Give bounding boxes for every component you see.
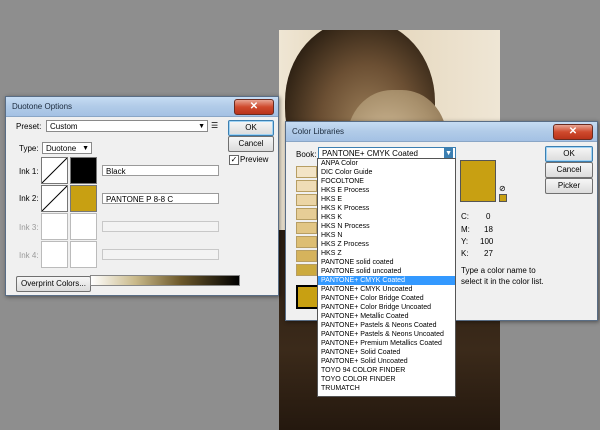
cancel-button[interactable]: Cancel <box>228 136 274 152</box>
book-option[interactable]: TOYO 94 COLOR FINDER <box>318 366 455 375</box>
ink2-name: PANTONE P 8-8 C <box>106 195 174 204</box>
color-strip-swatch[interactable] <box>296 166 317 178</box>
ink3-name-field <box>102 221 219 232</box>
color-strip-swatch[interactable] <box>296 194 317 206</box>
curve-line-icon <box>41 185 68 212</box>
book-option[interactable]: PANTONE+ Metallic Coated <box>318 312 455 321</box>
cmyk-y-value: 100 <box>480 237 494 246</box>
book-value: PANTONE+ CMYK Coated <box>322 149 418 158</box>
book-option[interactable]: PANTONE+ Color Bridge Coated <box>318 294 455 303</box>
cmyk-m-label: M: <box>461 225 470 234</box>
hint-line1: Type a color name to <box>461 266 536 275</box>
ok-button[interactable]: OK <box>228 120 274 136</box>
gamut-swatch <box>499 194 507 202</box>
ink4-curve <box>41 241 68 268</box>
preset-label: Preset: <box>16 122 42 131</box>
book-option[interactable]: PANTONE+ Color Bridge Uncoated <box>318 303 455 312</box>
color-libraries-title: Color Libraries <box>292 127 345 136</box>
book-dropdown-list[interactable]: ANPA Color DIC Color Guide FOCOLTONE HKS… <box>317 158 456 397</box>
ink2-color-swatch[interactable] <box>70 185 97 212</box>
book-option[interactable]: HKS N <box>318 231 455 240</box>
cmyk-k-label: K: <box>461 249 469 258</box>
ink2-label: Ink 2: <box>19 194 39 203</box>
duotone-title: Duotone Options <box>12 102 73 111</box>
type-select[interactable]: Duotone ▼ <box>42 142 92 154</box>
color-strip-swatch[interactable] <box>296 222 317 234</box>
preview-checkbox[interactable]: ✓ <box>229 155 239 165</box>
duotone-gradient-preview <box>90 275 240 286</box>
book-option[interactable]: TRUMATCH <box>318 384 455 393</box>
color-strip-swatch[interactable] <box>296 285 319 309</box>
book-option[interactable]: HKS E Process <box>318 186 455 195</box>
book-option[interactable]: HKS Z <box>318 249 455 258</box>
book-option[interactable]: ANPA Color <box>318 159 455 168</box>
ink4-name-field <box>102 249 219 260</box>
color-strip-swatch[interactable] <box>296 208 317 220</box>
book-option[interactable]: HKS E <box>318 195 455 204</box>
ink4-color-swatch <box>70 241 97 268</box>
book-option[interactable]: HKS K Process <box>318 204 455 213</box>
cmyk-k-value: 27 <box>484 249 493 258</box>
type-label: Type: <box>19 144 39 153</box>
book-option[interactable]: PANTONE+ Solid Coated <box>318 348 455 357</box>
book-option[interactable]: PANTONE+ Pastels & Neons Coated <box>318 321 455 330</box>
book-option[interactable]: HKS K <box>318 213 455 222</box>
ink4-label: Ink 4: <box>19 251 39 260</box>
out-of-gamut-icon: ⊘ <box>499 184 506 193</box>
ink2-curve[interactable] <box>41 185 68 212</box>
hint-line2: select it in the color list. <box>461 277 544 286</box>
ink3-curve <box>41 213 68 240</box>
picker-button[interactable]: Picker <box>545 178 593 194</box>
book-option[interactable]: PANTONE solid coated <box>318 258 455 267</box>
color-strip-swatch[interactable] <box>296 236 317 248</box>
duotone-titlebar: Duotone Options ✕ <box>6 97 278 117</box>
ink1-name-field[interactable]: Black <box>102 165 219 176</box>
cancel-button[interactable]: Cancel <box>545 162 593 178</box>
cmyk-m-value: 18 <box>484 225 493 234</box>
ink1-name: Black <box>106 167 126 176</box>
color-libraries-titlebar: Color Libraries ✕ <box>286 122 597 142</box>
color-strip-swatch[interactable] <box>296 180 317 192</box>
book-option[interactable]: PANTONE+ Pastels & Neons Uncoated <box>318 330 455 339</box>
book-option[interactable]: HKS Z Process <box>318 240 455 249</box>
duotone-options-dialog: Duotone Options ✕ Preset: Custom ▼ ☰ OK … <box>5 96 279 296</box>
curve-line-icon <box>41 157 68 184</box>
book-option[interactable]: PANTONE+ Premium Metallics Coated <box>318 339 455 348</box>
book-option[interactable]: PANTONE+ CMYK Uncoated <box>318 285 455 294</box>
book-option[interactable]: DIC Color Guide <box>318 168 455 177</box>
color-strip-swatch[interactable] <box>296 264 317 276</box>
type-value: Duotone <box>46 144 77 153</box>
overprint-colors-button[interactable]: Overprint Colors... <box>16 276 91 292</box>
book-label: Book: <box>296 150 317 159</box>
cmyk-y-label: Y: <box>461 237 469 246</box>
close-icon[interactable]: ✕ <box>234 99 274 115</box>
preset-select[interactable]: Custom ▼ <box>46 120 208 132</box>
book-option-selected[interactable]: PANTONE+ CMYK Coated <box>318 276 455 285</box>
book-option[interactable]: HKS N Process <box>318 222 455 231</box>
ink1-label: Ink 1: <box>19 167 39 176</box>
cmyk-c-label: C: <box>461 212 469 221</box>
ink1-color-swatch[interactable] <box>70 157 97 184</box>
chevron-down-icon: ▼ <box>82 145 89 152</box>
close-icon[interactable]: ✕ <box>553 124 593 140</box>
selected-color-swatch <box>460 160 496 202</box>
ink1-curve[interactable] <box>41 157 68 184</box>
book-option[interactable]: PANTONE solid uncoated <box>318 267 455 276</box>
color-strip-swatch[interactable] <box>296 250 317 262</box>
ink2-name-field[interactable]: PANTONE P 8-8 C <box>102 193 219 204</box>
book-option[interactable]: TOYO COLOR FINDER <box>318 375 455 384</box>
preset-value: Custom <box>50 122 78 131</box>
ink3-color-swatch <box>70 213 97 240</box>
ink3-label: Ink 3: <box>19 223 39 232</box>
ok-button[interactable]: OK <box>545 146 593 162</box>
chevron-down-icon: ▼ <box>198 123 205 130</box>
preview-label: Preview <box>240 155 269 164</box>
preset-options-icon[interactable]: ☰ <box>211 121 218 130</box>
book-option[interactable]: PANTONE+ Solid Uncoated <box>318 357 455 366</box>
book-option[interactable]: FOCOLTONE <box>318 177 455 186</box>
cmyk-c-value: 0 <box>486 212 491 221</box>
